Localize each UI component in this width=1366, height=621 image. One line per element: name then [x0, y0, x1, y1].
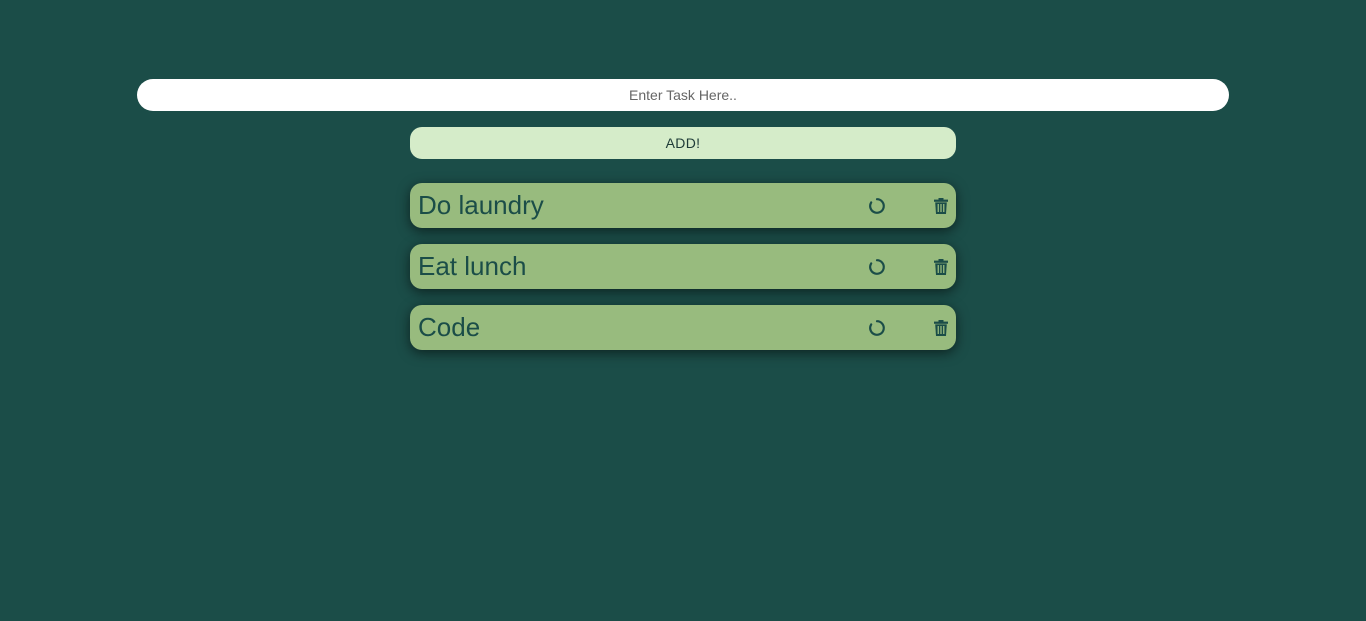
add-button[interactable]: ADD! [410, 127, 956, 159]
trash-icon[interactable] [930, 317, 952, 339]
task-item: Code [410, 305, 956, 350]
task-input[interactable] [137, 79, 1229, 111]
circle-notch-icon[interactable] [866, 195, 888, 217]
circle-notch-icon[interactable] [866, 256, 888, 278]
task-text: Code [418, 312, 481, 342]
trash-icon[interactable] [930, 195, 952, 217]
todo-app: ADD! Do laundry Eat lunch [0, 0, 1366, 621]
task-item: Do laundry [410, 183, 956, 228]
circle-notch-icon[interactable] [866, 317, 888, 339]
task-list: Do laundry Eat lunch Code [410, 183, 956, 366]
task-item: Eat lunch [410, 244, 956, 289]
task-text: Do laundry [418, 190, 544, 220]
trash-icon[interactable] [930, 256, 952, 278]
task-text: Eat lunch [418, 251, 527, 281]
